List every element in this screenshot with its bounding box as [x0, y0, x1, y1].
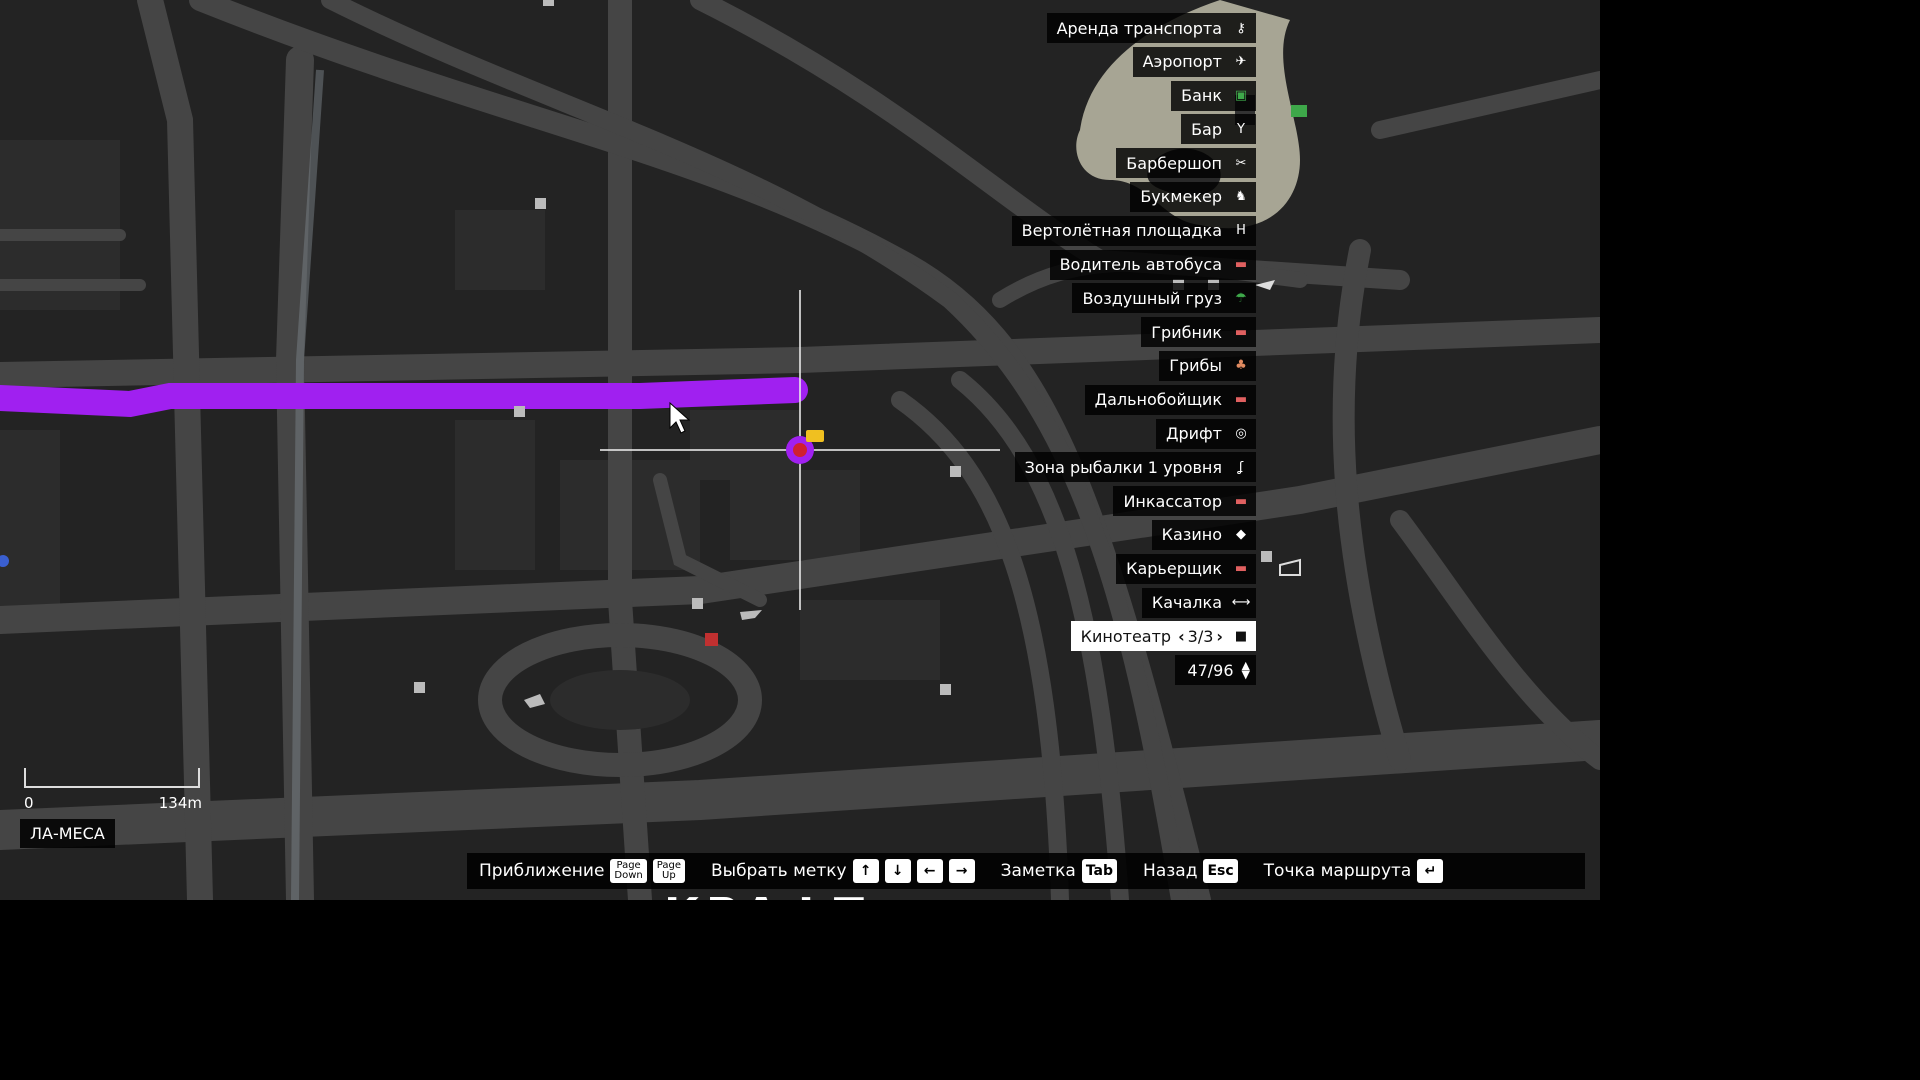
legend-counter: 47/96 ▲ ▼: [1175, 655, 1256, 686]
map-legend: Аренда транспорта ⚷ Аэропорт ✈ Банк ▣ Бар Y Барб…: [1011, 13, 1256, 686]
control-hint-label: Заметка: [1000, 861, 1076, 881]
camera-icon: ■: [1234, 628, 1248, 644]
legend-item-label: Дальнобойщик: [1094, 390, 1222, 410]
legend-item-label: Дрифт: [1165, 424, 1222, 444]
legend-item[interactable]: Карьерщик ▬: [1116, 553, 1256, 584]
job-marker-icon: ▬: [1234, 493, 1248, 509]
legend-item[interactable]: Аэропорт ✈: [1132, 46, 1256, 77]
map-scale-bar: 0 134m: [24, 768, 202, 812]
keycap: ←: [916, 859, 943, 883]
legend-item-label: Бар: [1191, 119, 1222, 139]
legend-item-label: Банк: [1181, 86, 1222, 106]
legend-item[interactable]: Дальнобойщик ▬: [1084, 384, 1256, 415]
scale-bar-line: [24, 768, 200, 788]
legend-item-label: Качалка: [1151, 593, 1222, 613]
control-hint: Приближение Page Down Page Up: [479, 859, 691, 883]
legend-item-label: Воздушный груз: [1082, 288, 1222, 308]
legend-item-label: Водитель автобуса: [1059, 255, 1222, 275]
chevron-left-icon[interactable]: ‹: [1178, 627, 1185, 646]
legend-item[interactable]: Водитель автобуса ▬: [1049, 249, 1256, 280]
legend-item-label: Аэропорт: [1142, 52, 1222, 72]
job-marker-icon: ▬: [1234, 392, 1248, 408]
drift-wheel-icon: ◎: [1235, 426, 1247, 442]
zone-name-label: ЛА-МЕСА: [20, 819, 115, 848]
helipad-icon: H: [1236, 223, 1246, 239]
job-marker-icon: ▬: [1234, 257, 1248, 273]
legend-item[interactable]: Качалка ⟷: [1141, 587, 1256, 618]
scissors-icon: ✂: [1235, 155, 1247, 171]
keycap: →: [948, 859, 975, 883]
legend-item-label: Казино: [1161, 525, 1222, 545]
job-marker-icon: ▬: [1234, 324, 1248, 340]
legend-item[interactable]: Барбершоп ✂: [1116, 148, 1256, 179]
legend-item-selected[interactable]: Кинотеатр ‹ 3/3 › ■: [1070, 621, 1256, 652]
legend-counter-value: 47/96: [1187, 660, 1234, 680]
keycap: Tab: [1081, 859, 1118, 883]
legend-item-label: Букмекер: [1140, 187, 1222, 207]
map-controls-bar: Приближение Page Down Page Up Выбрать метку ↑ ↓…: [467, 853, 1585, 889]
chevron-right-icon[interactable]: ›: [1216, 627, 1223, 646]
legend-item[interactable]: Бар Y: [1181, 114, 1256, 145]
legend-item-label: Вертолётная площадка: [1021, 221, 1222, 241]
legend-item[interactable]: Аренда транспорта ⚷: [1046, 13, 1256, 43]
diamond-icon: ◆: [1236, 527, 1246, 543]
parachute-icon: ☂: [1235, 290, 1247, 306]
legend-item[interactable]: Дрифт ◎: [1155, 418, 1256, 449]
control-hint: Заметка Tab: [1001, 859, 1123, 883]
legend-item-label: Кинотеатр: [1080, 626, 1172, 646]
legend-item[interactable]: Казино ◆: [1151, 519, 1256, 550]
legend-item[interactable]: Вертолётная площадка H: [1011, 215, 1256, 246]
legend-item-label: Инкассатор: [1123, 491, 1222, 511]
keycap: Page Up: [652, 859, 685, 883]
bottom-logo-text: КРАФТ: [664, 886, 870, 900]
legend-item-label: Зона рыбалки 1 уровня: [1024, 457, 1222, 477]
legend-item[interactable]: Банк ▣: [1171, 80, 1256, 111]
legend-item[interactable]: Воздушный груз ☂: [1072, 283, 1256, 314]
legend-item-label: Барбершоп: [1126, 153, 1222, 173]
scale-start-label: 0: [24, 794, 34, 812]
mushroom-icon: ♣: [1235, 358, 1247, 374]
legend-item-label: Грибник: [1151, 322, 1222, 342]
control-hint-label: Назад: [1143, 861, 1198, 881]
scale-end-label: 134m: [158, 794, 202, 812]
control-hint: Назад Esc: [1143, 859, 1244, 883]
cocktail-glass-icon: Y: [1237, 121, 1245, 137]
legend-page-indicator: 3/3: [1187, 626, 1214, 646]
legend-item[interactable]: Букмекер ♞: [1130, 181, 1256, 212]
dumbbell-icon: ⟷: [1231, 595, 1251, 611]
keycap: ↵: [1417, 859, 1444, 883]
money-icon: ▣: [1234, 88, 1248, 104]
control-hint-label: Точка маршрута: [1263, 861, 1412, 881]
horse-icon: ♞: [1235, 189, 1247, 205]
legend-item[interactable]: Инкассатор ▬: [1113, 486, 1256, 517]
airplane-icon: ✈: [1235, 54, 1247, 70]
keycap: Page Down: [610, 859, 647, 883]
legend-item-label: Карьерщик: [1126, 559, 1222, 579]
legend-item-label: Грибы: [1169, 356, 1222, 376]
control-hint-label: Выбрать метку: [710, 861, 847, 881]
control-hint: Выбрать метку ↑ ↓ ← →: [711, 859, 981, 883]
legend-item[interactable]: Грибы ♣: [1159, 350, 1256, 381]
legend-item[interactable]: Грибник ▬: [1141, 317, 1256, 348]
keycap: ↑: [852, 859, 879, 883]
fishing-hook-icon: ʆ: [1238, 459, 1244, 475]
keycap: ↓: [884, 859, 911, 883]
control-hint: Точка маршрута ↵: [1264, 859, 1450, 883]
car-key-icon: ⚷: [1236, 20, 1246, 36]
up-down-arrows-icon[interactable]: ▲ ▼: [1242, 660, 1250, 680]
game-map[interactable]: Аренда транспорта ⚷ Аэропорт ✈ Банк ▣ Бар Y Барб…: [0, 0, 1600, 900]
control-hint-label: Приближение: [479, 861, 605, 881]
keycap: Esc: [1203, 859, 1238, 883]
job-marker-icon: ▬: [1234, 561, 1248, 577]
legend-item-label: Аренда транспорта: [1056, 18, 1222, 38]
map-roads: [0, 0, 1600, 900]
legend-item[interactable]: Зона рыбалки 1 уровня ʆ: [1014, 452, 1256, 483]
